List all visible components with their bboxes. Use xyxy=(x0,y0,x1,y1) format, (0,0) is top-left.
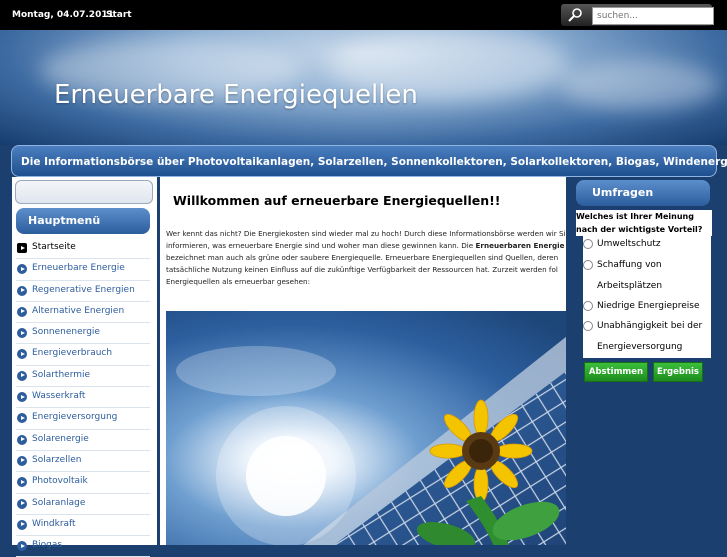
search-box xyxy=(561,4,714,26)
radio-button[interactable] xyxy=(583,239,593,249)
arrow-bullet-icon xyxy=(17,264,27,275)
menu-item-windkraft[interactable]: Windkraft xyxy=(16,515,150,537)
magnifier-icon[interactable] xyxy=(565,7,587,23)
menu-item-sonnenenergie[interactable]: Sonnenenergie xyxy=(16,323,150,345)
poll-option-energiepreise[interactable]: Niedrige Energiepreise xyxy=(583,296,711,317)
menu-item-energieversorgung[interactable]: Energieversorgung xyxy=(16,408,150,430)
radio-button[interactable] xyxy=(583,260,593,270)
menu-item-solarzellen[interactable]: Solarzellen xyxy=(16,451,150,473)
menu-item-wasserkraft[interactable]: Wasserkraft xyxy=(16,387,150,409)
search-input[interactable] xyxy=(592,7,714,25)
current-date: Montag, 04.07.2011 xyxy=(12,10,114,20)
main-menu-heading: Hauptmenü xyxy=(16,208,150,234)
menu-item-solarenergie[interactable]: Solarenergie xyxy=(16,430,150,451)
header-banner: Erneuerbare Energiequellen xyxy=(0,30,727,145)
menu-item-alternative-energien[interactable]: Alternative Energien xyxy=(16,302,150,324)
menu-item-biogas[interactable]: Biogas xyxy=(16,536,150,557)
arrow-bullet-icon xyxy=(17,519,27,530)
main-menu: Startseite Erneuerbare Energie Regenerat… xyxy=(16,238,150,557)
menu-item-erneuerbare-energie[interactable]: Erneuerbare Energie xyxy=(16,259,150,281)
main-content: Willkommen auf erneuerbare Energiequelle… xyxy=(160,177,566,545)
arrow-bullet-icon xyxy=(17,370,27,381)
menu-item-solarthermie[interactable]: Solarthermie xyxy=(16,366,150,388)
poll-option-unabhaengigkeit[interactable]: Unabhängigkeit bei der Energieversorgung xyxy=(583,316,711,358)
start-link[interactable]: Start xyxy=(106,10,132,20)
arrow-bullet-icon xyxy=(17,328,27,339)
menu-item-startseite[interactable]: Startseite xyxy=(16,238,150,260)
arrow-bullet-icon xyxy=(17,477,27,488)
menu-item-energieverbrauch[interactable]: Energieverbrauch xyxy=(16,344,150,366)
radio-button[interactable] xyxy=(583,301,593,311)
arrow-bullet-icon xyxy=(17,413,27,424)
menu-item-solaranlage[interactable]: Solaranlage xyxy=(16,494,150,515)
poll-question: Welches ist Ihrer Meinung nach der wicht… xyxy=(576,210,712,236)
arrow-bullet-icon xyxy=(17,306,27,317)
site-subtitle: Die Informationsbörse über Photovoltaika… xyxy=(21,156,727,168)
menu-item-regenerative-energien[interactable]: Regenerative Energien xyxy=(16,281,150,302)
poll-option-arbeitsplaetze[interactable]: Schaffung von Arbeitsplätzen xyxy=(583,255,711,297)
page-heading: Willkommen auf erneuerbare Energiequelle… xyxy=(173,193,501,208)
solar-sunflower-photo xyxy=(166,311,566,545)
results-button[interactable]: Ergebnis xyxy=(653,362,703,382)
sidebar: Hauptmenü Startseite Erneuerbare Energie… xyxy=(12,177,157,557)
vote-button[interactable]: Abstimmen xyxy=(584,362,648,382)
arrow-bullet-icon xyxy=(17,541,27,552)
arrow-bullet-icon xyxy=(17,349,27,360)
arrow-bullet-icon xyxy=(17,285,27,296)
poll-panel: Umfragen Welches ist Ihrer Meinung nach … xyxy=(575,177,715,545)
arrow-bullet-icon xyxy=(17,434,27,445)
arrow-bullet-icon xyxy=(17,498,27,509)
poll-heading: Umfragen xyxy=(576,180,710,206)
subtitle-bar: Die Informationsbörse über Photovoltaika… xyxy=(11,145,727,177)
menu-item-photovoltaik[interactable]: Photovoltaik xyxy=(16,472,150,494)
sidebar-empty-box xyxy=(15,180,153,204)
site-title: Erneuerbare Energiequellen xyxy=(54,80,418,110)
intro-text: Wer kennt das nicht? Die Energiekosten s… xyxy=(166,229,566,286)
arrow-bullet-icon xyxy=(17,455,27,466)
radio-button[interactable] xyxy=(583,321,593,331)
bold-link-erneuerbare-energie[interactable]: Erneuerbaren Energie xyxy=(476,241,565,250)
arrow-bullet-icon xyxy=(17,243,27,253)
top-bar: Montag, 04.07.2011 Start xyxy=(0,0,727,30)
poll-option-umweltschutz[interactable]: Umweltschutz xyxy=(583,234,711,255)
arrow-bullet-icon xyxy=(17,392,27,403)
